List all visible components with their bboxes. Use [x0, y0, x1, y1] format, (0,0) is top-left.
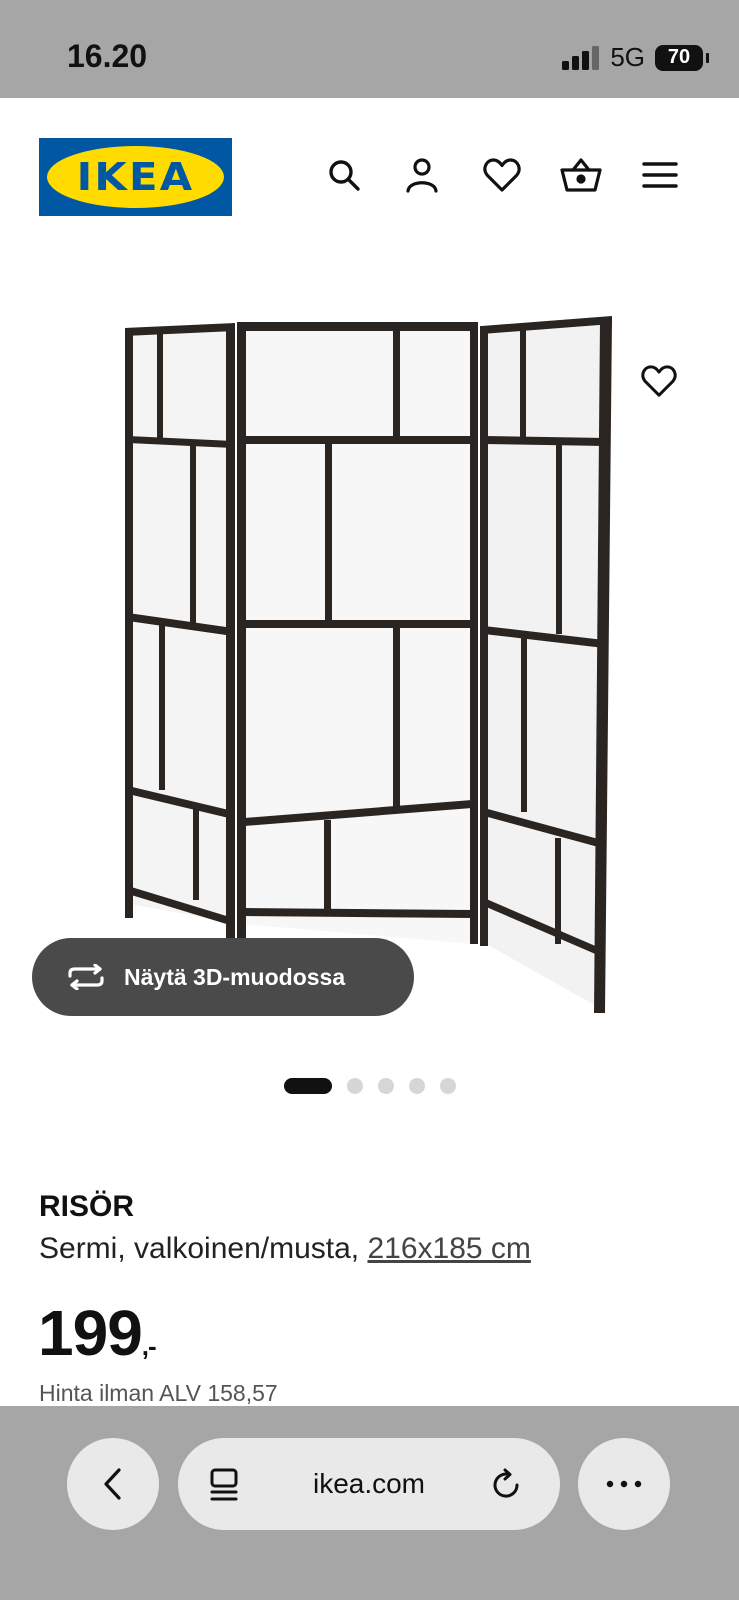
- battery-level: 70: [667, 46, 691, 68]
- carousel-dot-active[interactable]: [283, 1078, 332, 1094]
- product-description: Sermi, valkoinen/musta, 216x185 cm: [39, 1232, 531, 1266]
- product-type: Sermi, valkoinen/musta,: [39, 1232, 360, 1265]
- carousel-dot[interactable]: [346, 1078, 363, 1094]
- rotate-3d-icon: [68, 964, 104, 990]
- search-icon[interactable]: [322, 153, 366, 197]
- carousel-dot[interactable]: [439, 1078, 456, 1094]
- address-bar[interactable]: ikea.com: [178, 1438, 560, 1530]
- price-suffix: ,-: [141, 1331, 157, 1361]
- status-bar: 16.20 5G 70: [0, 0, 739, 98]
- carousel-indicators[interactable]: [0, 1078, 739, 1094]
- site-header: IKEA: [0, 98, 739, 258]
- product-gallery[interactable]: Näytä 3D-muodossa: [0, 258, 739, 1068]
- signal-icon: [562, 45, 600, 70]
- menu-icon[interactable]: [638, 153, 682, 197]
- heart-icon: [641, 365, 677, 397]
- logo-text: IKEA: [76, 155, 195, 199]
- browser-toolbar: ikea.com: [0, 1406, 739, 1600]
- view-3d-button[interactable]: Näytä 3D-muodossa: [32, 938, 414, 1016]
- back-button[interactable]: [67, 1438, 159, 1530]
- logo-oval: IKEA: [47, 146, 224, 208]
- carousel-dot[interactable]: [408, 1078, 425, 1094]
- more-options-button[interactable]: [578, 1438, 670, 1530]
- product-name: RISÖR: [39, 1190, 135, 1223]
- view-3d-label: Näytä 3D-muodossa: [124, 963, 346, 990]
- battery-icon: 70: [655, 44, 709, 71]
- more-icon: [606, 1480, 642, 1488]
- ikea-logo[interactable]: IKEA: [39, 138, 232, 216]
- status-time: 16.20: [67, 38, 148, 74]
- network-type: 5G: [610, 42, 645, 72]
- reload-icon[interactable]: [490, 1468, 524, 1502]
- cart-icon[interactable]: [559, 153, 603, 197]
- product-size-link[interactable]: 216x185 cm: [367, 1232, 530, 1265]
- product-price: 199,-: [38, 1296, 157, 1370]
- carousel-dot[interactable]: [377, 1078, 394, 1094]
- favourites-icon[interactable]: [480, 153, 524, 197]
- account-icon[interactable]: [400, 153, 444, 197]
- add-to-favourites-button[interactable]: [636, 358, 682, 404]
- price-without-vat: Hinta ilman ALV 158,57: [39, 1380, 278, 1406]
- status-indicators: 5G 70: [562, 42, 709, 73]
- chevron-left-icon: [104, 1468, 121, 1500]
- price-value: 199: [38, 1297, 143, 1369]
